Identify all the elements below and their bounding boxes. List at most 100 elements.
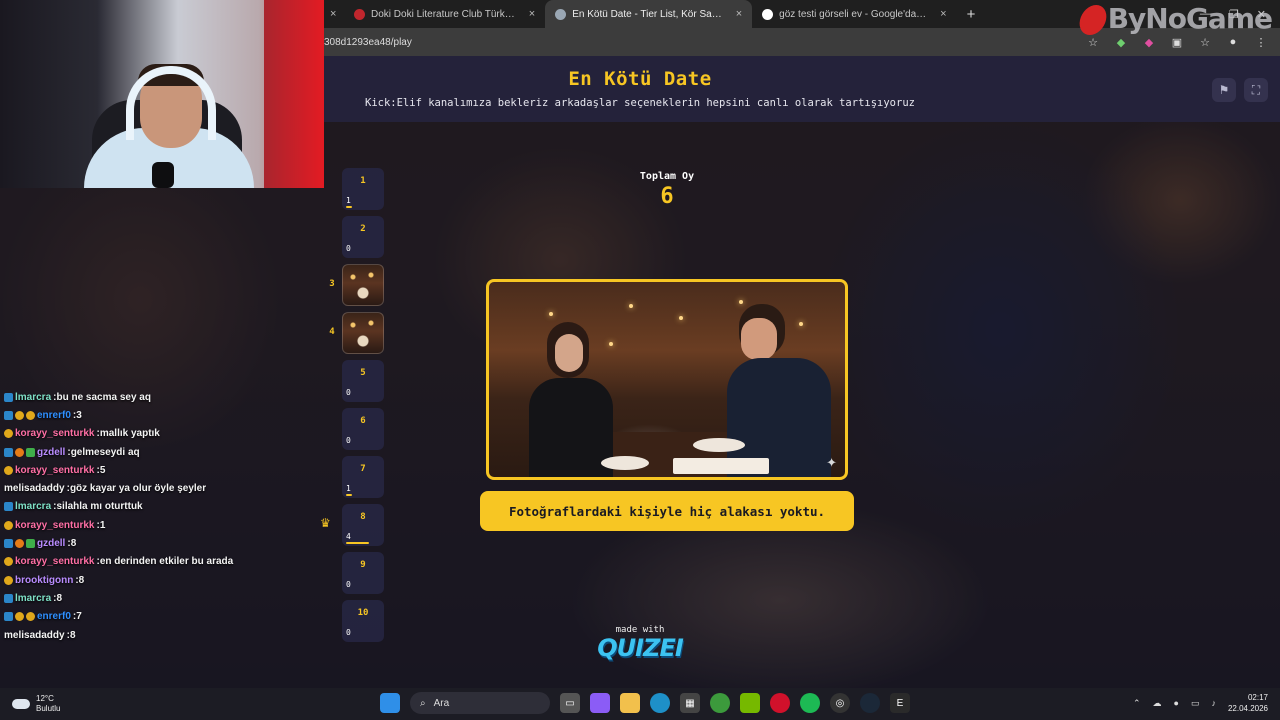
edge-icon[interactable] bbox=[650, 693, 670, 713]
chrome-icon[interactable] bbox=[710, 693, 730, 713]
windows-start-icon[interactable] bbox=[380, 693, 400, 713]
tab-en-kotu-date[interactable]: En Kötü Date - Tier List, Kör Sa… × bbox=[545, 0, 753, 28]
cloud-icon bbox=[12, 699, 30, 709]
steam-icon[interactable] bbox=[860, 693, 880, 713]
chat-username[interactable]: korayy_senturkk bbox=[15, 465, 95, 476]
nvidia-icon[interactable] bbox=[740, 693, 760, 713]
rank-vote-count: 0 bbox=[346, 244, 351, 253]
url-field[interactable]: 308d1293ea48/play bbox=[324, 37, 412, 48]
onedrive-icon[interactable]: ☁ bbox=[1153, 698, 1162, 709]
gold-badge-icon bbox=[26, 410, 35, 420]
rank-slot[interactable]: 60 bbox=[342, 408, 384, 450]
microphone-icon[interactable]: ● bbox=[1174, 698, 1179, 708]
rank-slot[interactable]: 10 0 bbox=[342, 600, 384, 642]
chat-message: gzdell: gelmeseydi aq bbox=[0, 443, 320, 461]
chat-username[interactable]: brooktigonn bbox=[15, 575, 73, 586]
close-tab-icon[interactable]: × bbox=[529, 8, 535, 20]
chat-text: mallık yaptık bbox=[99, 428, 160, 440]
chat-username[interactable]: melisadaddy bbox=[4, 483, 65, 494]
bookmark-star-icon[interactable]: ☆ bbox=[1086, 36, 1100, 49]
menu-kebab-icon[interactable]: ⋮ bbox=[1254, 36, 1268, 49]
prime-badge-icon bbox=[4, 447, 13, 457]
rank-slot[interactable]: 71 bbox=[342, 456, 384, 498]
taskbar-apps: ⌕ Ara ▭ ▦ ◎ E bbox=[380, 692, 910, 714]
chat-username[interactable]: melisadaddy bbox=[4, 630, 65, 641]
task-view-icon[interactable]: ▭ bbox=[560, 693, 580, 713]
rank-slot-thumbnail[interactable]: 4 bbox=[329, 312, 384, 354]
chat-username[interactable]: lmarcra bbox=[15, 392, 51, 403]
man-figure bbox=[717, 304, 831, 477]
watermark-logo-icon bbox=[1076, 5, 1109, 35]
webcam-overlay bbox=[0, 0, 324, 188]
chat-text: 3 bbox=[76, 409, 82, 421]
tab-doki-doki[interactable]: Doki Doki Literature Club Türk… × bbox=[344, 0, 545, 28]
extension-icon[interactable]: ◆ bbox=[1114, 36, 1128, 49]
obs-icon[interactable]: ◎ bbox=[830, 693, 850, 713]
rank-slot[interactable]: 50 bbox=[342, 360, 384, 402]
store-icon[interactable]: ▦ bbox=[680, 693, 700, 713]
prime-badge-icon bbox=[4, 502, 13, 512]
chat-username[interactable]: korayy_senturkk bbox=[15, 520, 95, 531]
green-badge-icon bbox=[26, 447, 35, 457]
taskbar-search[interactable]: ⌕ Ara bbox=[410, 692, 550, 714]
chat-message: lmarcra: bu ne sacma sey aq bbox=[0, 388, 320, 406]
epic-games-icon[interactable]: E bbox=[890, 693, 910, 713]
chat-username[interactable]: enrerf0 bbox=[37, 611, 71, 622]
rank-slot[interactable]: ♛ 8 4 bbox=[320, 504, 384, 546]
rank-slot[interactable]: 20 bbox=[342, 216, 384, 258]
new-tab-button[interactable]: + bbox=[957, 6, 986, 23]
rank-number: 1 bbox=[360, 176, 366, 186]
extensions-puzzle-icon[interactable]: ▣ bbox=[1170, 36, 1184, 49]
reading-list-icon[interactable]: ☆ bbox=[1198, 36, 1212, 49]
chat-text: 8 bbox=[69, 629, 76, 641]
chat-message: gzdell: 8 bbox=[0, 534, 320, 552]
google-icon bbox=[762, 8, 774, 20]
quizei-logo[interactable]: QUIZEI bbox=[594, 634, 686, 662]
temperature: 12°C bbox=[36, 694, 54, 703]
tab-google-search[interactable]: göz testi görseli ev - Google'da… × bbox=[752, 0, 956, 28]
chat-message: melisadaddy: 8 bbox=[4, 629, 76, 641]
chat-username[interactable]: gzdell bbox=[37, 538, 65, 549]
rank-vote-count: 4 bbox=[346, 532, 351, 541]
fullscreen-button[interactable]: ⛶ bbox=[1244, 78, 1268, 102]
tab-label: göz testi görseli ev - Google'da… bbox=[779, 8, 927, 20]
chat-text: 8 bbox=[70, 538, 77, 550]
option-photo[interactable]: ✦ bbox=[486, 279, 848, 480]
stream-chat: lmarcra: bu ne sacma sey aq enrerf0: 3 kor… bbox=[0, 388, 320, 644]
rank-number: 9 bbox=[360, 560, 366, 570]
chat-username[interactable]: enrerf0 bbox=[37, 410, 71, 421]
chat-username[interactable]: korayy_senturkk bbox=[15, 556, 95, 567]
gold-badge-icon bbox=[4, 575, 13, 585]
gold-badge-icon bbox=[26, 612, 35, 622]
copilot-icon[interactable] bbox=[590, 693, 610, 713]
weather-widget[interactable]: 12°C Bulutlu bbox=[0, 694, 200, 714]
chat-username[interactable]: lmarcra bbox=[15, 501, 51, 512]
opera-icon[interactable] bbox=[770, 693, 790, 713]
close-tab-icon[interactable]: × bbox=[324, 8, 344, 20]
sparkle-icon: ✦ bbox=[826, 455, 837, 470]
rank-position-label: 4 bbox=[329, 327, 335, 337]
chat-message: brooktigonn: 8 bbox=[0, 571, 320, 589]
close-tab-icon[interactable]: × bbox=[940, 8, 946, 20]
extension-icon[interactable]: ◆ bbox=[1142, 36, 1156, 49]
chat-text: bu ne sacma sey aq bbox=[56, 391, 151, 403]
volume-icon[interactable]: ♪ bbox=[1211, 698, 1216, 708]
display-icon[interactable]: ▭ bbox=[1191, 698, 1200, 709]
chat-username[interactable]: korayy_senturkk bbox=[15, 428, 95, 439]
clock[interactable]: 02:17 22.04.2026 bbox=[1228, 692, 1268, 714]
chat-username[interactable]: gzdell bbox=[37, 447, 65, 458]
chat-username[interactable]: lmarcra bbox=[15, 593, 51, 604]
rank-vote-bar bbox=[346, 206, 352, 208]
file-explorer-icon[interactable] bbox=[620, 693, 640, 713]
chat-text: 8 bbox=[56, 592, 63, 604]
spotify-icon[interactable] bbox=[800, 693, 820, 713]
profile-avatar-icon[interactable]: ● bbox=[1226, 36, 1240, 48]
close-tab-icon[interactable]: × bbox=[736, 8, 742, 20]
toolbar-icons: ☆ ◆ ◆ ▣ ☆ ● ⋮ bbox=[1086, 36, 1280, 49]
rank-number: 5 bbox=[360, 368, 366, 378]
rank-slot-thumbnail[interactable]: 3 bbox=[329, 264, 384, 306]
report-flag-button[interactable]: ⚑ bbox=[1212, 78, 1236, 102]
chevron-up-icon[interactable]: ⌃ bbox=[1133, 698, 1141, 709]
rank-slot[interactable]: 11 bbox=[342, 168, 384, 210]
rank-slot[interactable]: 90 bbox=[342, 552, 384, 594]
